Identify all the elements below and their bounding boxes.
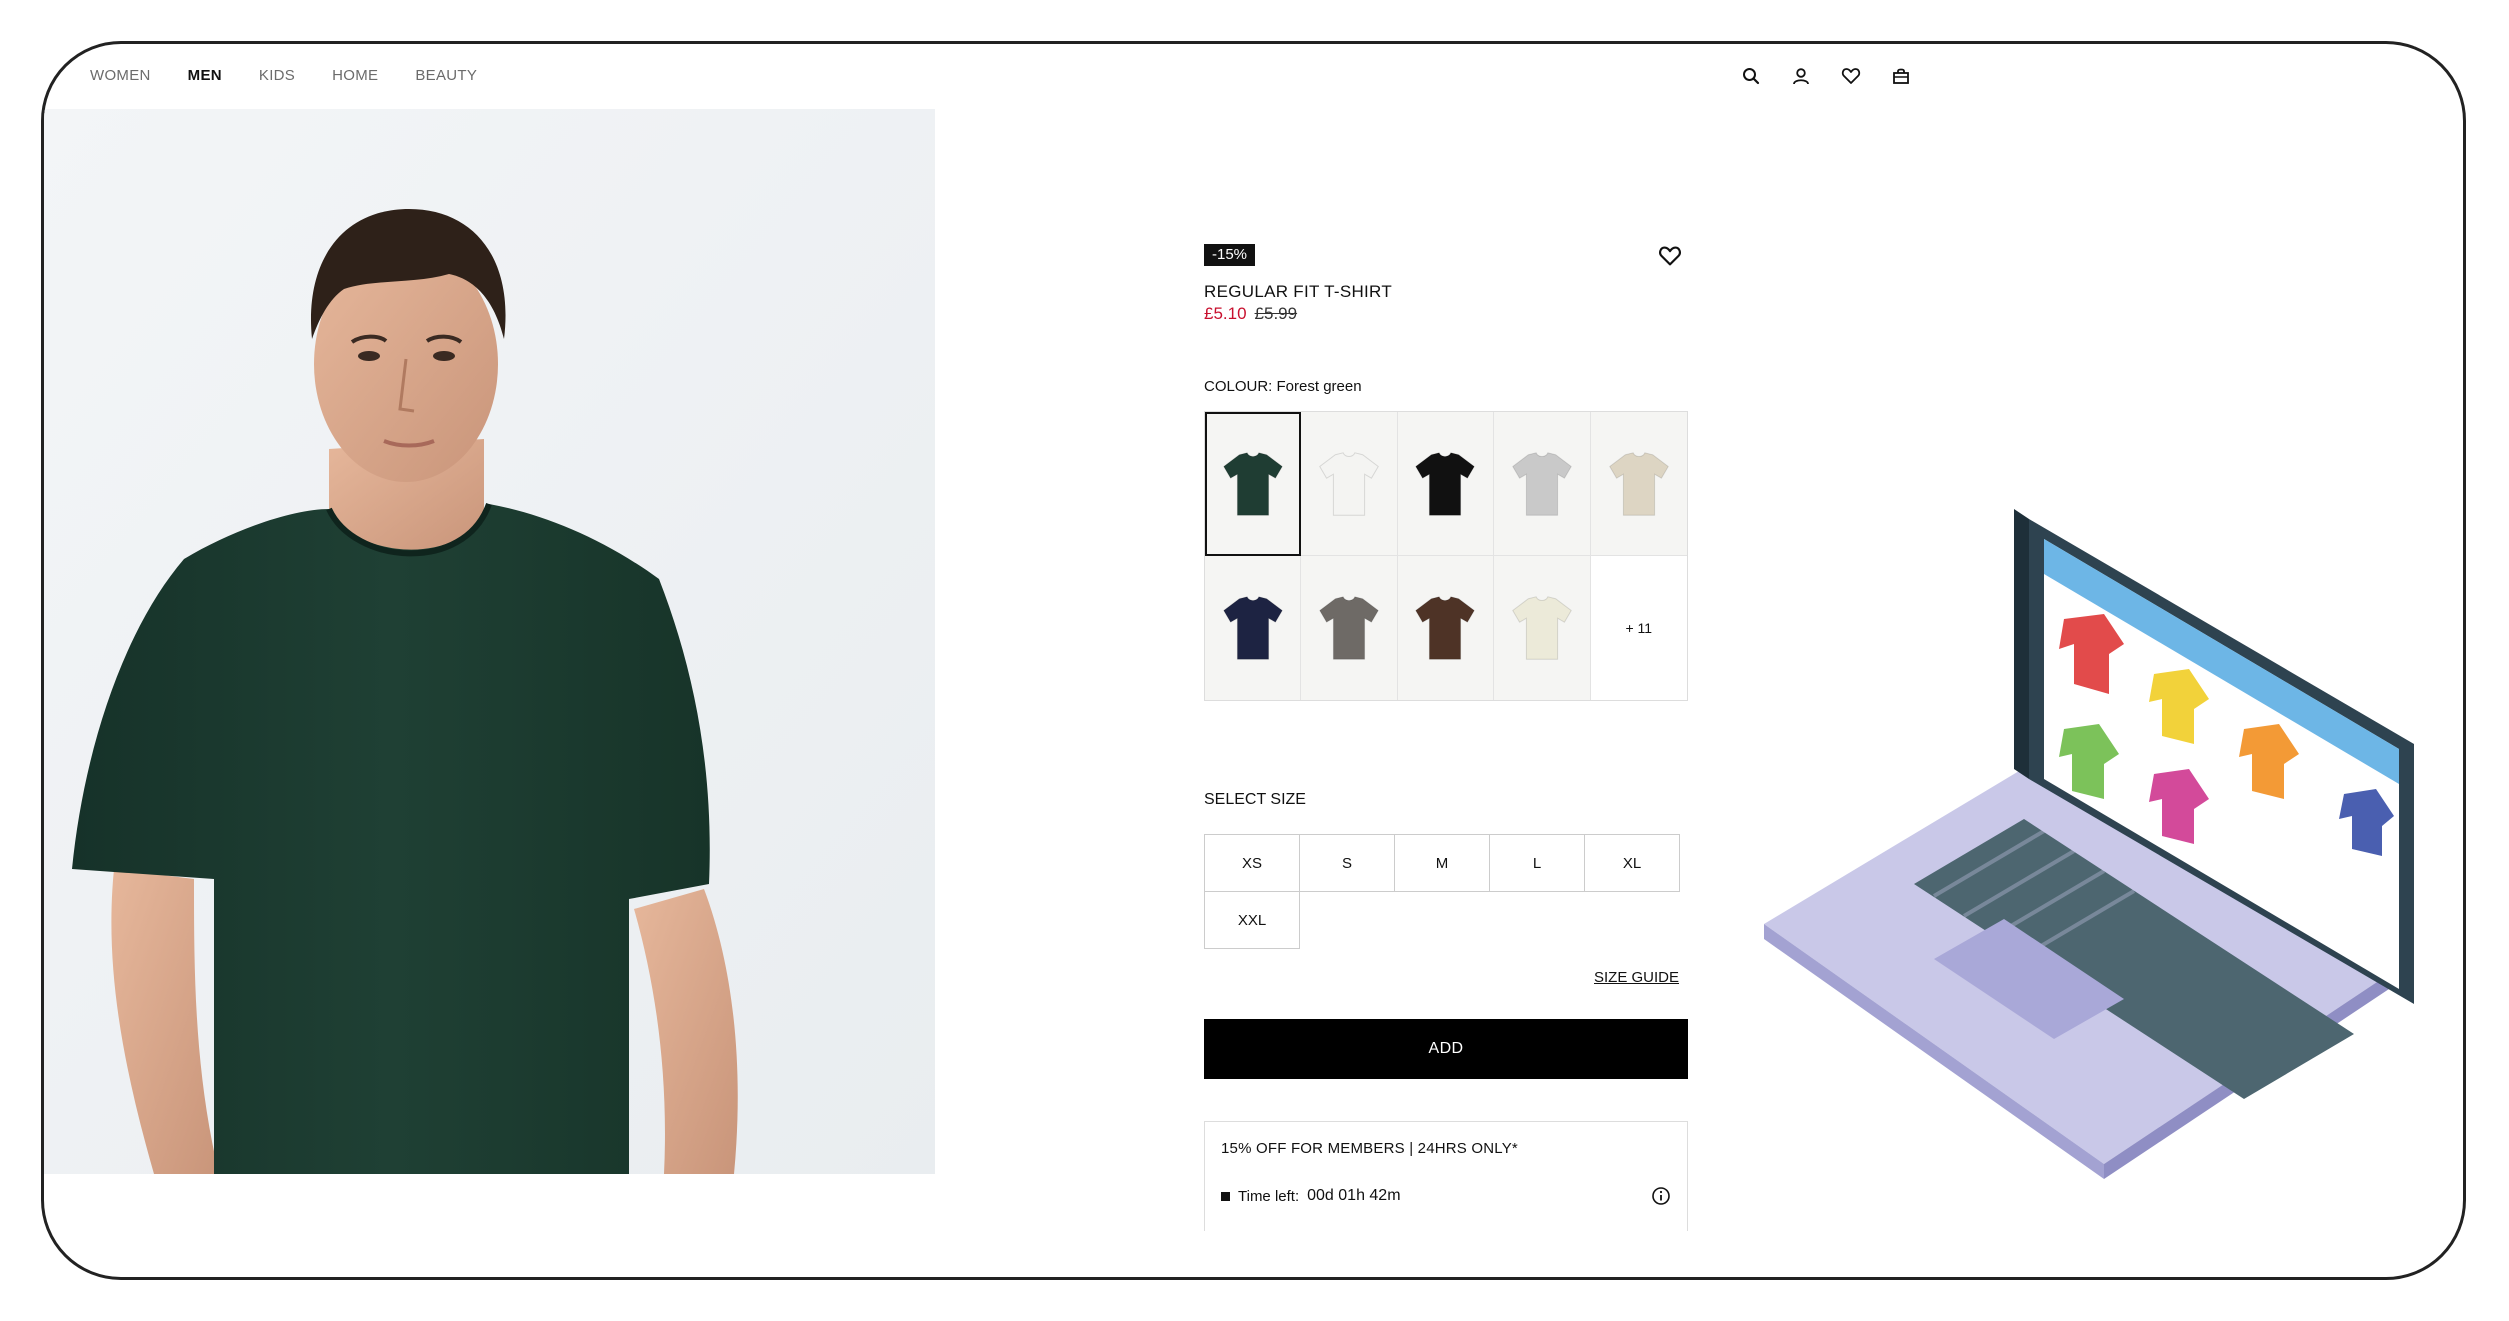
nav-kids[interactable]: KIDS (259, 66, 295, 86)
swatch-white[interactable] (1301, 412, 1398, 556)
swatch-black[interactable] (1397, 412, 1495, 556)
bag-icon[interactable] (1889, 64, 1913, 88)
time-left-row: Time left: 00d 01h 42m (1221, 1187, 1671, 1205)
size-xl[interactable]: XL (1584, 834, 1680, 892)
swatch-beige[interactable] (1590, 412, 1687, 556)
size-guide-link[interactable]: SIZE GUIDE (1594, 969, 1679, 986)
select-size-label: SELECT SIZE (1204, 791, 1306, 808)
laptop-illustration (1764, 509, 2414, 1179)
model-wearing-tshirt-image (44, 109, 935, 1174)
info-icon[interactable] (1651, 1186, 1671, 1206)
size-selector: XS S M L XL XXL (1204, 834, 1688, 949)
product-price: £5.10 £5.99 (1204, 304, 1297, 324)
member-promo-box: 15% OFF FOR MEMBERS | 24HRS ONLY* Time l… (1204, 1121, 1688, 1231)
original-price: £5.99 (1254, 304, 1298, 323)
more-colours-button[interactable]: + 11 (1590, 556, 1687, 700)
size-m[interactable]: M (1394, 834, 1490, 892)
colour-swatch-grid: + 11 (1204, 411, 1688, 701)
tshirt-thumbnail-icon (1512, 596, 1572, 660)
promo-text: 15% OFF FOR MEMBERS | 24HRS ONLY* (1221, 1140, 1518, 1157)
nav-women[interactable]: WOMEN (90, 66, 151, 86)
search-icon[interactable] (1739, 64, 1763, 88)
time-left-value: 00d 01h 42m (1307, 1187, 1401, 1204)
colour-value: Forest green (1276, 378, 1362, 395)
nav-beauty[interactable]: BEAUTY (415, 66, 477, 86)
swatch-navy[interactable] (1205, 556, 1302, 700)
add-to-bag-button[interactable]: ADD (1204, 1019, 1688, 1079)
sale-price: £5.10 (1204, 304, 1247, 323)
swatch-light-grey[interactable] (1494, 412, 1591, 556)
swatch-dark-grey[interactable] (1301, 556, 1398, 700)
tshirt-thumbnail-icon (1415, 451, 1476, 516)
discount-badge: -15% (1204, 244, 1256, 266)
nav-home[interactable]: HOME (332, 66, 378, 86)
top-nav: WOMEN MEN KIDS HOME BEAUTY (90, 66, 514, 86)
size-xxl[interactable]: XXL (1204, 891, 1300, 949)
nav-men[interactable]: MEN (188, 66, 222, 86)
tshirt-thumbnail-icon (1415, 596, 1476, 660)
tshirt-thumbnail-icon (1608, 451, 1669, 516)
tshirt-thumbnail-icon (1319, 451, 1379, 516)
swatch-forest-green[interactable] (1205, 412, 1302, 556)
tshirt-thumbnail-icon (1319, 596, 1379, 660)
product-title: REGULAR FIT T-SHIRT (1204, 282, 1393, 301)
favourites-icon[interactable] (1839, 64, 1863, 88)
size-l[interactable]: L (1489, 834, 1585, 892)
browser-frame: WOMEN MEN KIDS HOME BEAUTY -15% REGULAR … (41, 41, 2466, 1280)
tshirt-thumbnail-icon (1222, 451, 1283, 516)
size-s[interactable]: S (1299, 834, 1395, 892)
colour-label-text: COLOUR: (1204, 378, 1273, 395)
time-left-label: Time left: (1238, 1187, 1300, 1205)
account-icon[interactable] (1789, 64, 1813, 88)
bullet-square-icon (1221, 1191, 1230, 1201)
tshirt-thumbnail-icon (1512, 451, 1572, 516)
tshirt-thumbnail-icon (1222, 596, 1283, 660)
size-xs[interactable]: XS (1204, 834, 1300, 892)
colour-label: COLOUR: Forest green (1204, 378, 1362, 395)
product-photo (44, 109, 935, 1174)
favourite-heart-icon[interactable] (1658, 244, 1682, 268)
swatch-brown[interactable] (1397, 556, 1495, 700)
swatch-cream[interactable] (1494, 556, 1591, 700)
header-icons (1739, 64, 1913, 88)
